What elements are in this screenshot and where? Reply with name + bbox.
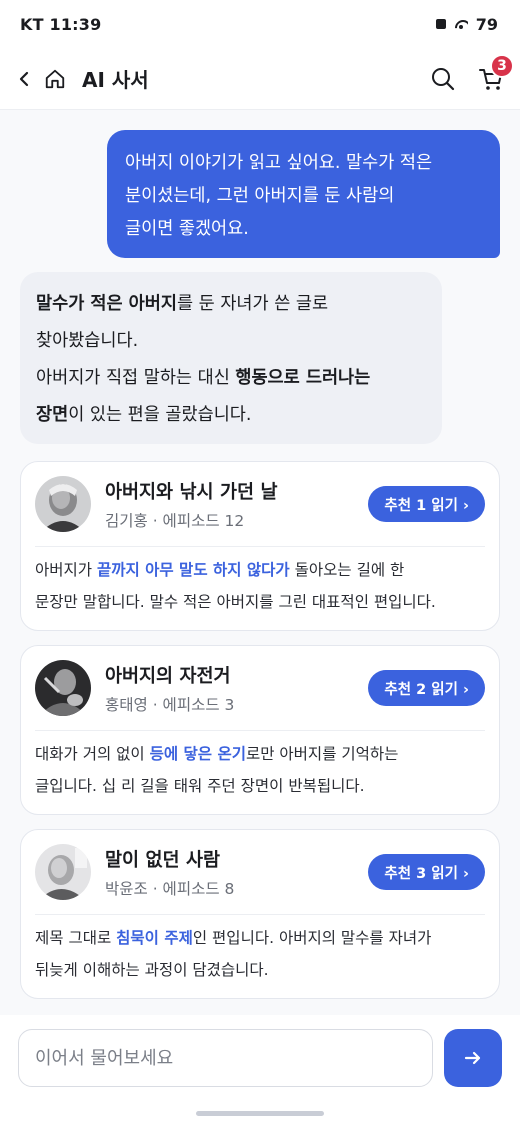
story-author: 홍태영 · 에피소드 3 — [105, 695, 235, 714]
user-message-line: 아버지 이야기가 읽고 싶어요. 말수가 적은 — [125, 153, 433, 173]
description-text: 대화가 거의 없이 — [35, 745, 150, 763]
story-title[interactable]: 말이 없던 사람 — [105, 846, 234, 872]
cart-button[interactable]: 3 — [478, 53, 514, 92]
card-meta: 아버지의 자전거 홍태영 · 에피소드 3 — [105, 662, 234, 715]
search-icon[interactable] — [430, 66, 456, 92]
notification-icon — [435, 19, 446, 29]
ai-text: 를 둔 자녀가 쓴 글로 — [177, 294, 329, 314]
back-button[interactable] — [16, 67, 32, 91]
ai-message-bubble: 말수가 적은 아버지를 둔 자녀가 쓴 글로 찾아봤습니다. 아버지가 직접 말… — [20, 272, 442, 444]
description-line: 문장만 말합니다. 말수 적은 아버지를 그린 대표적인 편입니다. — [35, 593, 436, 611]
description-text: 아버지가 — [35, 561, 97, 579]
story-author: 박윤조 · 에피소드 8 — [105, 879, 235, 898]
description-highlight: 끝까지 아무 말도 하지 않다가 — [96, 561, 290, 579]
message-input[interactable] — [18, 1029, 433, 1087]
recommendation-card[interactable]: 아버지와 낚시 가던 날 김기홍 · 에피소드 12 추천 1 읽기 › 아버지… — [20, 461, 500, 631]
read-recommendation-button[interactable]: 추천 3 읽기 › — [368, 854, 485, 890]
header-actions: 3 — [430, 53, 514, 92]
recommendation-card[interactable]: 아버지의 자전거 홍태영 · 에피소드 3 추천 2 읽기 › 대화가 거의 없… — [20, 645, 500, 815]
card-header: 말이 없던 사람 박윤조 · 에피소드 8 추천 3 읽기 › — [35, 842, 485, 902]
description-highlight: 등에 닿은 온기 — [149, 745, 246, 763]
description-highlight: 침묵이 주제 — [116, 929, 193, 947]
description-line: 아버지가 끝까지 아무 말도 하지 않다가 돌아오는 길에 한 — [35, 554, 485, 586]
ai-message-line: 아버지가 직접 말하는 대신 행동으로 드러나는 — [36, 360, 426, 397]
ai-message-line: 장면이 있는 편을 골랐습니다. — [36, 397, 426, 434]
card-meta: 말이 없던 사람 박윤조 · 에피소드 8 — [105, 846, 234, 899]
ai-text: 이 있는 편을 골랐습니다. — [68, 405, 252, 425]
story-description: 아버지가 끝까지 아무 말도 하지 않다가 돌아오는 길에 한 문장만 말합니다… — [35, 554, 485, 618]
description-text: 인 편입니다. 아버지의 말수를 자녀가 — [192, 929, 432, 947]
description-line: 제목 그대로 침묵이 주제인 편입니다. 아버지의 말수를 자녀가 — [35, 922, 485, 954]
author-avatar — [35, 476, 91, 532]
ai-text: 아버지가 직접 말하는 대신 — [36, 368, 236, 388]
home-icon[interactable] — [44, 68, 66, 90]
send-button[interactable] — [444, 1029, 502, 1087]
story-title[interactable]: 아버지와 낚시 가던 날 — [105, 478, 278, 504]
page-title: AI 사서 — [82, 68, 149, 92]
status-bar: KT 11:39 79 — [0, 0, 520, 48]
card-meta: 아버지와 낚시 가던 날 김기홍 · 에피소드 12 — [105, 478, 278, 531]
status-time: KT 11:39 — [20, 14, 102, 34]
story-author: 김기홍 · 에피소드 12 — [105, 511, 245, 530]
back-icon — [19, 71, 29, 86]
chat-area[interactable]: 아버지 이야기가 읽고 싶어요. 말수가 적은 분이셨는데, 그런 아버지를 둔… — [0, 110, 520, 1015]
description-line: 대화가 거의 없이 등에 닿은 온기로만 아버지를 기억하는 — [35, 738, 485, 770]
story-title[interactable]: 아버지의 자전거 — [105, 662, 234, 688]
author-avatar — [35, 844, 91, 900]
status-indicators: 79 — [435, 14, 498, 34]
description-text: 제목 그대로 — [35, 929, 117, 947]
message-composer — [0, 1015, 520, 1127]
card-divider — [35, 546, 485, 547]
description-text: 로만 아버지를 기억하는 — [245, 745, 399, 763]
user-message-line: 분이셨는데, 그런 아버지를 둔 사람의 — [125, 186, 395, 206]
user-message-bubble: 아버지 이야기가 읽고 싶어요. 말수가 적은 분이셨는데, 그런 아버지를 둔… — [107, 130, 500, 258]
ai-message-line: 말수가 적은 아버지를 둔 자녀가 쓴 글로 — [36, 286, 426, 323]
ai-emphasis: 장면 — [36, 405, 69, 425]
card-divider — [35, 730, 485, 731]
read-recommendation-button[interactable]: 추천 1 읽기 › — [368, 486, 485, 522]
recommendation-card[interactable]: 말이 없던 사람 박윤조 · 에피소드 8 추천 3 읽기 › 제목 그대로 침… — [20, 829, 500, 999]
battery-level: 79 — [475, 14, 498, 34]
description-line: 뒤늦게 이해하는 과정이 담겼습니다. — [35, 961, 269, 979]
read-recommendation-button[interactable]: 추천 2 읽기 › — [368, 670, 485, 706]
story-description: 대화가 거의 없이 등에 닿은 온기로만 아버지를 기억하는 글입니다. 십 리… — [35, 738, 485, 802]
author-avatar — [35, 660, 91, 716]
app-header: AI 사서 3 — [0, 48, 520, 110]
story-description: 제목 그대로 침묵이 주제인 편입니다. 아버지의 말수를 자녀가 뒤늦게 이해… — [35, 922, 485, 986]
card-header: 아버지의 자전거 홍태영 · 에피소드 3 추천 2 읽기 › — [35, 658, 485, 718]
card-header: 아버지와 낚시 가던 날 김기홍 · 에피소드 12 추천 1 읽기 › — [35, 474, 485, 534]
home-indicator[interactable] — [196, 1111, 324, 1116]
cart-count-badge: 3 — [490, 53, 514, 78]
user-message-line: 글이면 좋겠어요. — [125, 219, 249, 239]
send-arrow-icon — [464, 1051, 481, 1065]
description-line: 글입니다. 십 리 길을 태워 주던 장면이 반복됩니다. — [35, 777, 365, 795]
wifi-icon — [454, 19, 468, 29]
description-text: 돌아오는 길에 한 — [289, 561, 405, 579]
card-divider — [35, 914, 485, 915]
ai-emphasis: 행동으로 드러나는 — [235, 368, 371, 388]
ai-message-line: 찾아봤습니다. — [36, 331, 139, 351]
ai-emphasis: 말수가 적은 아버지 — [36, 294, 177, 314]
